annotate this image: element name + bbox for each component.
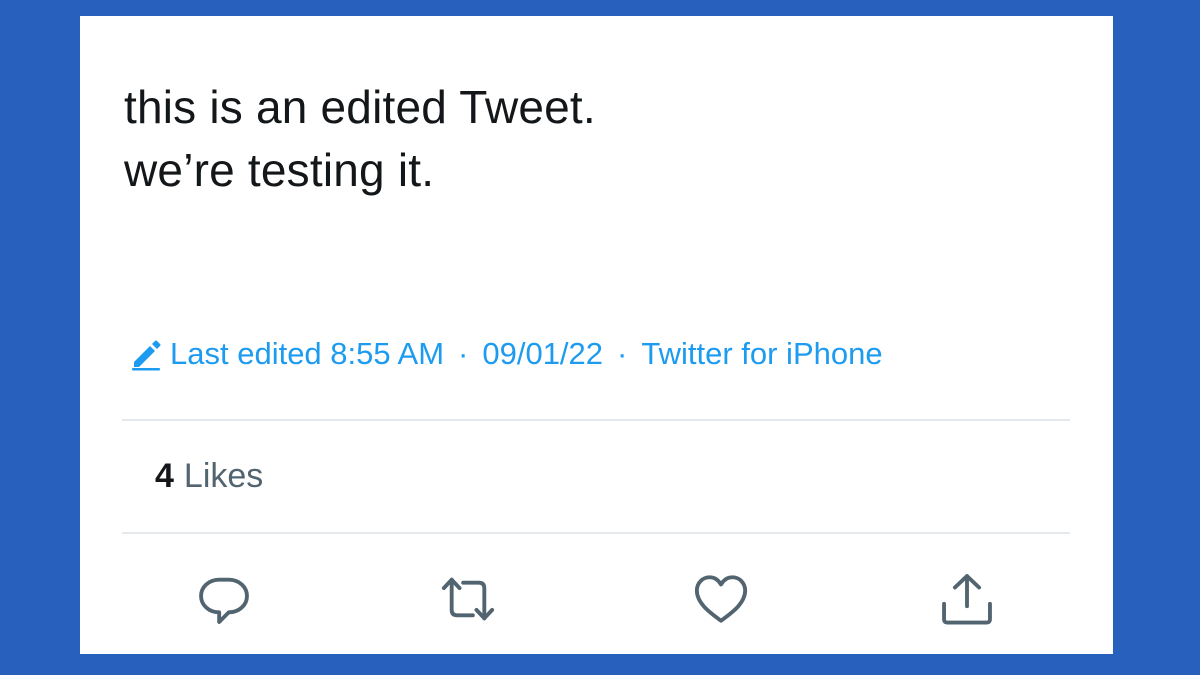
tweet-card: this is an edited Tweet. we’re testing i… bbox=[80, 16, 1113, 654]
likes-stat[interactable]: 4 Likes bbox=[155, 457, 263, 496]
tweet-line-1: this is an edited Tweet. bbox=[124, 81, 596, 133]
meta-separator: · bbox=[617, 336, 628, 371]
divider bbox=[122, 419, 1070, 421]
retweet-icon bbox=[441, 577, 495, 621]
tweet-date[interactable]: 09/01/22 bbox=[482, 336, 603, 372]
meta-separator: · bbox=[458, 336, 469, 371]
heart-icon bbox=[694, 575, 748, 623]
share-button[interactable] bbox=[936, 568, 998, 630]
divider bbox=[122, 532, 1070, 534]
tweet-text: this is an edited Tweet. we’re testing i… bbox=[124, 76, 596, 202]
tweet-meta: Last edited 8:55 AM · 09/01/22 · Twitter… bbox=[128, 334, 883, 374]
likes-count: 4 bbox=[155, 457, 174, 495]
like-button[interactable] bbox=[690, 568, 752, 630]
reply-icon bbox=[199, 577, 249, 624]
tweet-line-2: we’re testing it. bbox=[124, 144, 435, 196]
edited-label[interactable]: Last edited 8:55 AM bbox=[170, 336, 444, 372]
pencil-icon bbox=[128, 336, 164, 372]
likes-label: Likes bbox=[183, 457, 264, 495]
share-icon bbox=[942, 574, 992, 625]
tweet-source[interactable]: Twitter for iPhone bbox=[641, 336, 882, 372]
retweet-button[interactable] bbox=[437, 568, 499, 630]
reply-button[interactable] bbox=[193, 568, 255, 630]
